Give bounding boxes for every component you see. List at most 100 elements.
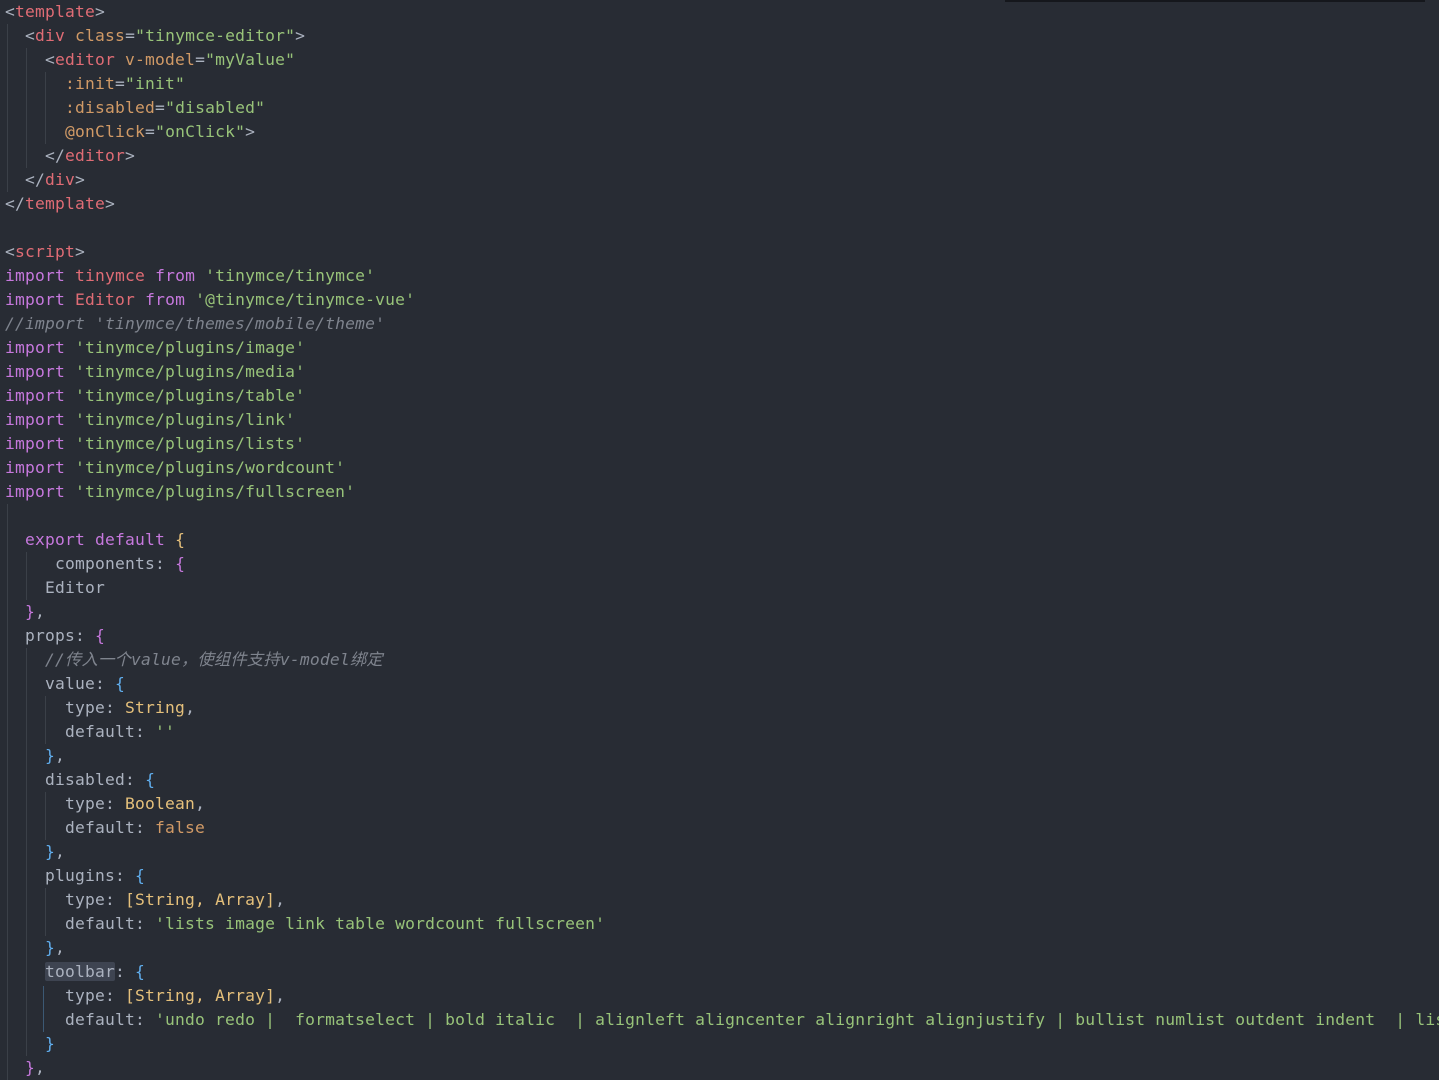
code-token: : xyxy=(135,722,156,741)
code-token: : xyxy=(115,866,136,885)
code-line[interactable]: :init="init" xyxy=(5,72,185,96)
code-line[interactable]: <div class="tinymce-editor"> xyxy=(5,24,305,48)
code-token: toolbar xyxy=(45,962,116,981)
code-line[interactable]: type: Boolean, xyxy=(5,792,205,816)
code-line[interactable]: Editor xyxy=(5,576,105,600)
code-token: : xyxy=(105,698,126,717)
code-token: 'undo redo | formatselect | bold italic … xyxy=(155,1010,1439,1029)
code-line[interactable]: import 'tinymce/plugins/lists' xyxy=(5,432,305,456)
code-line[interactable]: <editor v-model="myValue" xyxy=(5,48,295,72)
code-token: import xyxy=(5,410,66,429)
code-line[interactable]: }, xyxy=(5,840,65,864)
code-token: < xyxy=(5,242,16,261)
code-line[interactable]: export default { xyxy=(5,528,185,552)
code-token: 'tinymce/tinymce' xyxy=(205,266,376,285)
code-token: import xyxy=(5,362,66,381)
code-token: [String, Array] xyxy=(125,986,276,1005)
code-line[interactable]: </div> xyxy=(5,168,85,192)
code-line[interactable]: </template> xyxy=(5,192,115,216)
code-token: type xyxy=(65,698,106,717)
code-token: < xyxy=(5,26,36,45)
code-line[interactable]: </editor> xyxy=(5,144,135,168)
code-token: } xyxy=(45,746,56,765)
code-line[interactable]: import 'tinymce/plugins/image' xyxy=(5,336,305,360)
code-token: = xyxy=(195,50,206,69)
code-token: "onClick" xyxy=(155,122,246,141)
code-line[interactable]: }, xyxy=(5,1056,45,1080)
code-token: , xyxy=(55,842,66,861)
code-token: } xyxy=(45,842,56,861)
code-line[interactable]: disabled: { xyxy=(5,768,155,792)
code-line[interactable]: import Editor from '@tinymce/tinymce-vue… xyxy=(5,288,415,312)
code-line[interactable]: default: '' xyxy=(5,720,175,744)
code-token: , xyxy=(35,602,46,621)
code-line[interactable]: value: { xyxy=(5,672,125,696)
code-token: default xyxy=(65,914,136,933)
code-token: value xyxy=(45,674,96,693)
code-line[interactable]: import 'tinymce/plugins/table' xyxy=(5,384,305,408)
code-line[interactable]: default: 'lists image link table wordcou… xyxy=(5,912,605,936)
code-token: :disabled xyxy=(65,98,156,117)
code-token: '' xyxy=(155,722,176,741)
code-token: //import 'tinymce/themes/mobile/theme' xyxy=(5,314,386,333)
code-line[interactable]: }, xyxy=(5,744,65,768)
code-token: props xyxy=(25,626,76,645)
code-line[interactable]: type: [String, Array], xyxy=(5,984,285,1008)
code-line[interactable]: components: { xyxy=(5,552,185,576)
code-token: disabled xyxy=(45,770,126,789)
code-token: </ xyxy=(5,146,66,165)
code-line[interactable]: //import 'tinymce/themes/mobile/theme' xyxy=(5,312,385,336)
code-token: } xyxy=(25,1058,36,1077)
code-token: false xyxy=(155,818,206,837)
code-token: "tinymce-editor" xyxy=(135,26,296,45)
code-line[interactable]: toolbar: { xyxy=(5,960,145,984)
code-token: , xyxy=(195,794,206,813)
code-line[interactable]: import 'tinymce/plugins/media' xyxy=(5,360,305,384)
code-token: default xyxy=(95,530,166,549)
code-line[interactable]: @onClick="onClick"> xyxy=(5,120,255,144)
code-token: '@tinymce/tinymce-vue' xyxy=(195,290,416,309)
code-token: : xyxy=(105,794,126,813)
code-token: : xyxy=(75,626,96,645)
code-editor[interactable]: <template> <div class="tinymce-editor"> … xyxy=(0,0,1439,1080)
code-line[interactable]: props: { xyxy=(5,624,105,648)
code-line[interactable]: }, xyxy=(5,600,45,624)
code-token: : xyxy=(125,770,146,789)
code-line[interactable]: import 'tinymce/plugins/fullscreen' xyxy=(5,480,355,504)
code-line[interactable]: <template> xyxy=(5,0,105,24)
code-line[interactable]: import 'tinymce/plugins/link' xyxy=(5,408,295,432)
code-line[interactable]: default: false xyxy=(5,816,205,840)
code-line[interactable]: } xyxy=(5,1032,55,1056)
code-line[interactable]: plugins: { xyxy=(5,864,145,888)
code-token: : xyxy=(95,674,116,693)
code-line[interactable]: <script> xyxy=(5,240,85,264)
code-line[interactable]: :disabled="disabled" xyxy=(5,96,265,120)
code-line[interactable]: default: 'undo redo | formatselect | bol… xyxy=(5,1008,1439,1032)
code-token: template xyxy=(15,2,96,21)
code-line[interactable]: import 'tinymce/plugins/wordcount' xyxy=(5,456,345,480)
code-token: { xyxy=(145,770,156,789)
code-line[interactable]: }, xyxy=(5,936,65,960)
code-token: 'tinymce/plugins/table' xyxy=(75,386,306,405)
code-token: from xyxy=(145,290,186,309)
code-line[interactable]: type: String, xyxy=(5,696,195,720)
code-token: export xyxy=(25,530,86,549)
code-token: , xyxy=(275,986,286,1005)
code-line[interactable]: type: [String, Array], xyxy=(5,888,285,912)
code-token: 'lists image link table wordcount fullsc… xyxy=(155,914,606,933)
code-line[interactable]: import tinymce from 'tinymce/tinymce' xyxy=(5,264,375,288)
code-line[interactable]: //传入一个value，使组件支持v-model绑定 xyxy=(5,648,383,672)
